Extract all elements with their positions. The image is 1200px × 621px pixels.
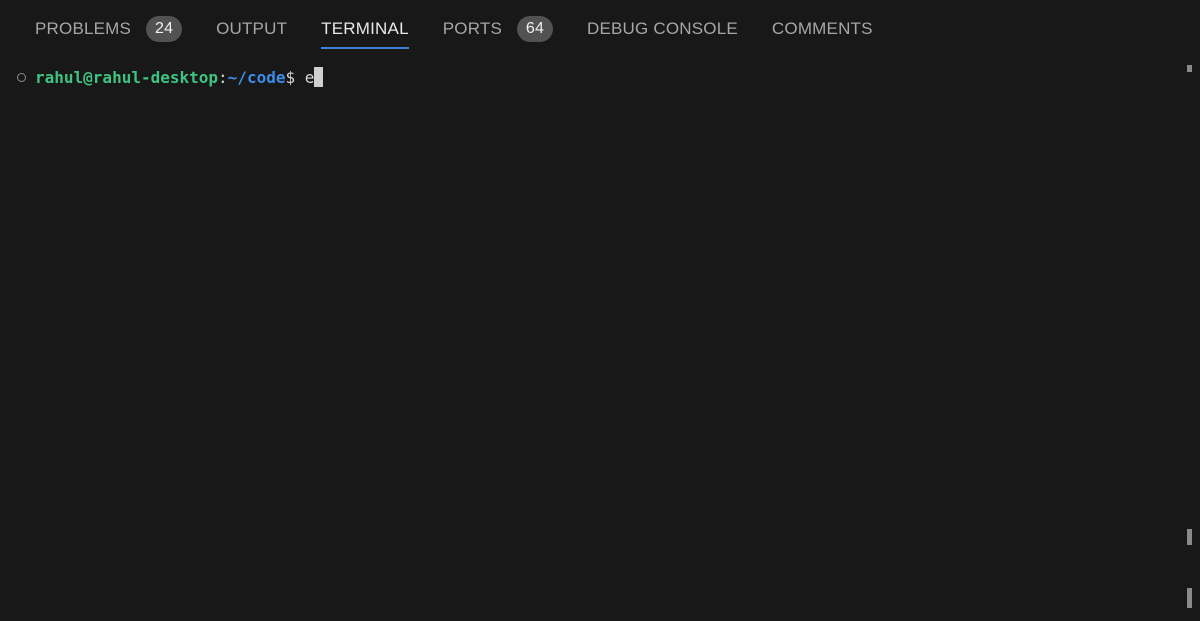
tab-debug-console[interactable]: DEBUG CONSOLE — [587, 0, 738, 58]
command-status-icon[interactable] — [17, 72, 26, 82]
prompt-cwd: ~/code — [227, 67, 286, 87]
ports-count-badge: 64 — [517, 16, 553, 42]
terminal-output-area[interactable]: rahul@rahul-desktop : ~/code $ e — [0, 58, 1200, 621]
tab-debug-console-label: DEBUG CONSOLE — [587, 19, 738, 38]
tab-ports[interactable]: PORTS 64 — [443, 0, 553, 58]
prompt-symbol: $ — [285, 67, 305, 87]
panel-tab-bar: PROBLEMS 24 OUTPUT TERMINAL PORTS 64 DEB… — [0, 0, 1200, 58]
scrollbar-marker[interactable] — [1187, 65, 1192, 72]
tab-terminal-label: TERMINAL — [321, 19, 409, 38]
tab-terminal[interactable]: TERMINAL — [321, 0, 409, 58]
terminal-cursor — [314, 67, 324, 87]
terminal-prompt-line[interactable]: rahul@rahul-desktop : ~/code $ e — [17, 67, 324, 87]
prompt-userhost: rahul@rahul-desktop — [35, 67, 219, 87]
problems-count-badge: 24 — [146, 16, 183, 42]
scrollbar-marker[interactable] — [1187, 529, 1192, 545]
typed-input: e — [304, 67, 315, 87]
prompt-colon: : — [218, 67, 228, 87]
scrollbar-marker[interactable] — [1187, 588, 1192, 608]
tab-output[interactable]: OUTPUT — [216, 0, 287, 58]
tab-ports-label: PORTS — [442, 19, 502, 38]
tab-problems-label: PROBLEMS — [35, 19, 132, 38]
terminal-panel: PROBLEMS 24 OUTPUT TERMINAL PORTS 64 DEB… — [0, 0, 1200, 621]
tab-problems[interactable]: PROBLEMS 24 — [35, 0, 183, 58]
tab-comments-label: COMMENTS — [771, 19, 873, 38]
tab-output-label: OUTPUT — [216, 19, 288, 38]
tab-comments[interactable]: COMMENTS — [772, 0, 873, 58]
